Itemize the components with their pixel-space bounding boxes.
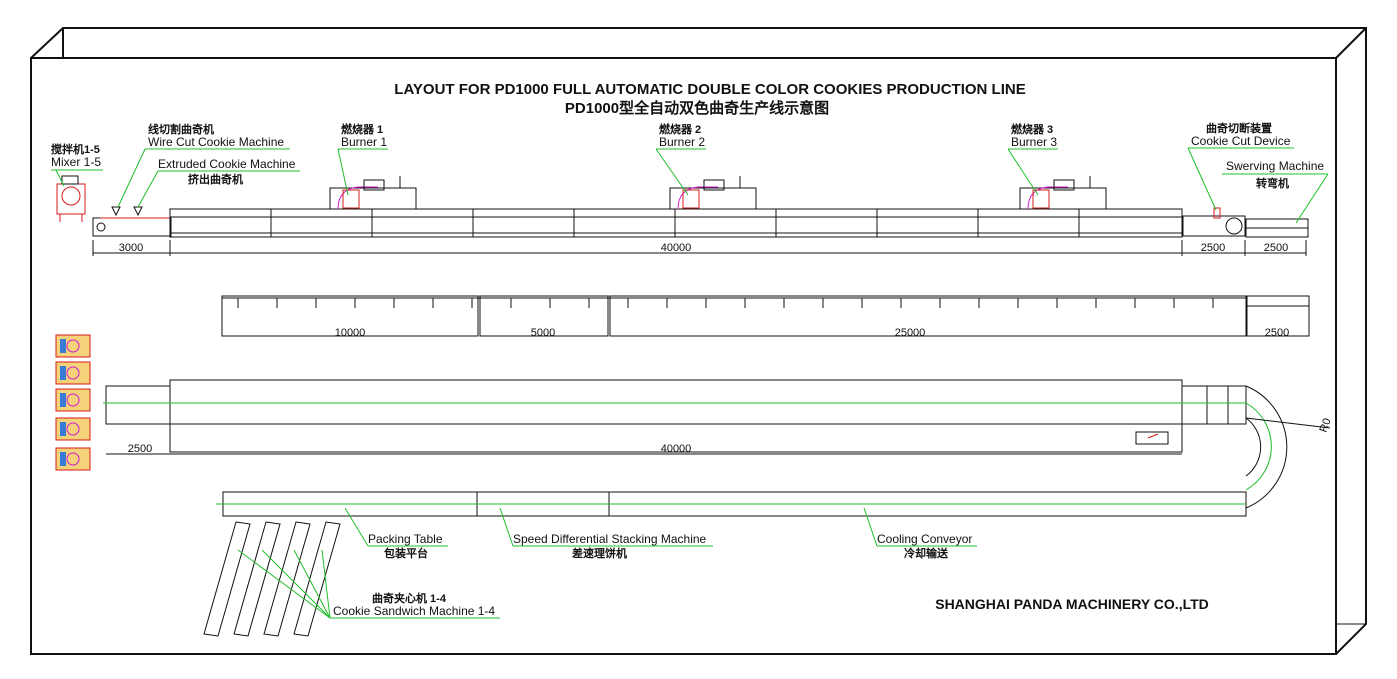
- dim-25000: 25000: [895, 327, 926, 339]
- cut-device-label-en: Cookie Cut Device: [1191, 134, 1291, 148]
- conveyor-legs: [237, 298, 1214, 308]
- mixer-icon: [55, 388, 91, 412]
- dim-40000-row1: 40000: [661, 242, 692, 254]
- swerving-label-cn: 转弯机: [1256, 176, 1289, 190]
- layout-drawing: LAYOUT FOR PD1000 FULL AUTOMATIC DOUBLE …: [30, 27, 1367, 655]
- mixer-unit: [56, 175, 86, 222]
- cooling-tunnel: [103, 379, 1247, 453]
- dimension-row-1: [92, 240, 1307, 256]
- burner-1: [329, 176, 417, 210]
- packing-label-cn: 包装平台: [383, 546, 428, 560]
- swerving-machine: [1245, 218, 1309, 238]
- burner2-label-cn: 燃烧器 2: [658, 122, 701, 136]
- title-en: LAYOUT FOR PD1000 FULL AUTOMATIC DOUBLE …: [394, 81, 1025, 98]
- frame: [30, 27, 1367, 655]
- company-name: SHANGHAI PANDA MACHINERY CO.,LTD: [935, 596, 1209, 612]
- burner3-label-cn: 燃烧器 3: [1010, 122, 1053, 136]
- stacking-label-cn: 差速理饼机: [572, 546, 627, 560]
- burner2-label-en: Burner 2: [659, 135, 705, 149]
- mixer-label-en: Mixer 1-5: [51, 155, 101, 169]
- dim-2500-b: 2500: [1264, 242, 1288, 254]
- burner-3: [1019, 176, 1107, 210]
- conveyor-row-2: [221, 295, 1310, 337]
- dim-2500-d: 2500: [128, 443, 152, 455]
- sandwich-machines: [203, 521, 500, 637]
- mixer-icon: [55, 417, 91, 441]
- burner-2: [669, 176, 757, 210]
- dim-radius: R0: [1318, 417, 1334, 434]
- lower-conveyor: [216, 491, 1247, 517]
- stacking-label-en: Speed Differential Stacking Machine: [513, 532, 707, 546]
- oven-tunnel: [169, 208, 1183, 238]
- mixer-icon: [55, 361, 91, 385]
- cut-device: [1182, 207, 1246, 237]
- cooling-label-en: Cooling Conveyor: [877, 532, 972, 546]
- mixer-label-cn: 搅拌机1-5: [51, 142, 100, 156]
- dim-40000-row3: 40000: [661, 443, 692, 455]
- dim-10000: 10000: [335, 327, 366, 339]
- burner1-label-en: Burner 1: [341, 135, 387, 149]
- mixer-icon: [55, 447, 91, 471]
- sandwich-label-en: Cookie Sandwich Machine 1-4: [333, 604, 495, 618]
- wire-cut-label-cn: 线切割曲奇机: [148, 122, 214, 136]
- cut-device-label-cn: 曲奇切断装置: [1206, 121, 1272, 135]
- packing-label-en: Packing Table: [368, 532, 443, 546]
- mixer-stack: [55, 334, 91, 471]
- forming-machine: [92, 206, 172, 237]
- dim-2500-c: 2500: [1265, 327, 1289, 339]
- dim-5000: 5000: [531, 327, 555, 339]
- burner1-label-cn: 燃烧器 1: [340, 122, 383, 136]
- sandwich-label-cn: 曲奇夹心机 1-4: [372, 591, 447, 605]
- mixer-icon: [55, 334, 91, 358]
- curved-return: [1245, 385, 1331, 509]
- wire-cut-label-en: Wire Cut Cookie Machine: [148, 135, 284, 149]
- swerving-label-en: Swerving Machine: [1226, 159, 1324, 173]
- burner3-label-en: Burner 3: [1011, 135, 1057, 149]
- dim-3000: 3000: [119, 242, 143, 254]
- dim-2500-a: 2500: [1201, 242, 1225, 254]
- extruded-label-en: Extruded Cookie Machine: [158, 157, 296, 171]
- cooling-label-cn: 冷却输送: [904, 546, 949, 560]
- extruded-label-cn: 挤出曲奇机: [188, 172, 243, 186]
- title-cn: PD1000型全自动双色曲奇生产线示意图: [565, 99, 829, 117]
